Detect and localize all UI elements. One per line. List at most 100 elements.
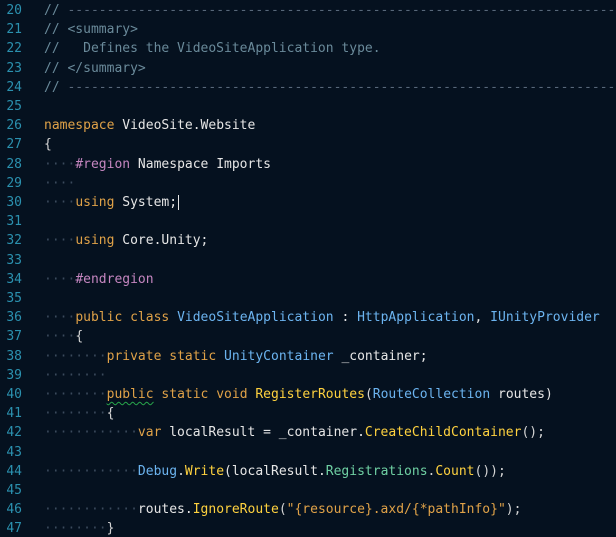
code-token: Write — [184, 463, 225, 479]
line-number: 38 — [6, 348, 22, 364]
code-line[interactable]: ····{ — [44, 327, 83, 346]
code-line[interactable]: ············var localResult = _container… — [44, 423, 545, 442]
code-token: _container; — [333, 348, 428, 364]
code-token: var — [137, 425, 162, 441]
line-number: 24 — [6, 79, 22, 95]
code-token: void — [216, 387, 248, 402]
text-cursor — [178, 195, 180, 210]
whitespace-marker: ············ — [44, 502, 138, 518]
line-number: 44 — [6, 463, 22, 479]
line-number: 28 — [6, 156, 22, 172]
code-token: IUnityProvider — [490, 310, 600, 326]
line-number: 32 — [6, 233, 22, 249]
line-number: 45 — [6, 483, 22, 498]
code-line[interactable]: // Defines the VideoSiteApplication type… — [44, 39, 381, 58]
code-token: #endregion — [75, 271, 154, 287]
whitespace-marker: ········ — [44, 387, 107, 402]
line-number: 22 — [6, 41, 22, 57]
code-line[interactable]: ····#region Namespace Imports — [44, 155, 271, 174]
code-token: , — [474, 310, 491, 326]
code-token: HttpApplication — [357, 310, 475, 326]
code-editor[interactable]: 20 21 22 23 24 25 26 27 28 29 30 31 32 33 34 35 36 37 38 39… — [0, 0, 616, 537]
line-number: 47 — [6, 521, 22, 537]
code-token: private — [106, 348, 162, 364]
code-line[interactable]: ········ — [44, 366, 107, 385]
line-number: 33 — [6, 252, 22, 268]
code-line[interactable]: ····#endregion — [44, 270, 154, 289]
code-token: RouteCollection — [372, 387, 491, 402]
code-token: { — [44, 137, 52, 153]
line-number: 40 — [6, 387, 22, 402]
code-line[interactable]: // </summary> — [44, 59, 146, 78]
code-line[interactable]: ···· — [44, 174, 75, 193]
code-line[interactable]: { — [44, 135, 52, 154]
code-line[interactable]: ············Debug.Write(localResult.Regi… — [44, 462, 506, 481]
whitespace-marker: ···· — [44, 310, 76, 326]
code-token: Debug — [137, 463, 178, 479]
code-line[interactable]: ········{ — [44, 404, 114, 423]
code-token: routes) — [490, 387, 553, 402]
line-number: 46 — [6, 502, 22, 518]
code-line[interactable]: ········private static UnityContainer _c… — [44, 347, 428, 366]
code-area[interactable]: // -------------------------------------… — [44, 0, 616, 537]
code-line[interactable]: namespace VideoSite.Website — [44, 116, 255, 135]
line-number: 26 — [6, 118, 22, 134]
code-token: UnityContainer — [224, 348, 334, 364]
code-token: CreateChildContainer — [364, 425, 522, 441]
line-number: 35 — [6, 291, 22, 306]
code-line[interactable]: ········} — [44, 519, 114, 537]
whitespace-marker: ···· — [44, 156, 76, 172]
code-line[interactable]: // -------------------------------------… — [44, 1, 616, 20]
code-token: localResult = _container. — [161, 425, 365, 441]
line-number: 34 — [6, 271, 22, 287]
code-token: public — [75, 310, 123, 326]
code-token: ( — [278, 502, 287, 518]
code-token: ----------------------------------------… — [67, 79, 616, 95]
code-line[interactable]: ····using System; — [44, 193, 180, 212]
code-line[interactable]: ········public static void RegisterRoute… — [44, 385, 553, 404]
code-token: Namespace Imports — [130, 156, 271, 172]
code-token: routes. — [137, 502, 193, 518]
code-token: #region — [75, 156, 131, 172]
line-number: 20 — [6, 3, 22, 18]
code-token: { — [75, 329, 84, 345]
code-token: // <summary> — [44, 22, 138, 38]
line-number: 21 — [6, 22, 22, 38]
code-token: Registrations — [325, 463, 428, 479]
code-token: // — [44, 3, 60, 18]
line-number: 36 — [6, 310, 22, 326]
code-token: using — [75, 195, 115, 210]
code-token: (); — [521, 425, 545, 441]
code-token: public — [106, 387, 154, 402]
whitespace-marker: ···· — [44, 175, 76, 191]
code-line[interactable]: ····public class VideoSiteApplication : … — [44, 308, 600, 327]
whitespace-marker: ········ — [44, 521, 107, 537]
line-number: 37 — [6, 329, 22, 345]
code-token: (localResult. — [224, 463, 326, 479]
code-line[interactable]: // -------------------------------------… — [44, 78, 616, 97]
code-line[interactable]: // <summary> — [44, 20, 138, 39]
code-token: // Defines the VideoSiteApplication type… — [44, 41, 381, 57]
code-token: using — [75, 233, 115, 249]
code-token: namespace — [44, 118, 115, 134]
whitespace-marker: ············ — [44, 425, 138, 441]
code-token: ----------------------------------------… — [67, 3, 616, 18]
code-token: class — [130, 310, 170, 326]
line-number: 25 — [6, 99, 22, 114]
code-token: // </summary> — [44, 60, 146, 76]
code-token: IgnoreRoute — [192, 502, 279, 518]
code-line[interactable]: ····using Core.Unity; — [44, 231, 208, 250]
code-token: { — [106, 406, 115, 422]
whitespace-marker: ············ — [44, 463, 138, 479]
whitespace-marker: ········ — [44, 367, 107, 383]
code-token: VideoSite.Website — [122, 118, 256, 134]
code-token: } — [106, 521, 115, 537]
line-number: 43 — [6, 444, 22, 460]
code-token: ()); — [474, 463, 506, 479]
line-number-gutter[interactable]: 20 21 22 23 24 25 26 27 28 29 30 31 32 33 34 35 36 37 38 39… — [0, 0, 32, 537]
code-token: // — [44, 79, 60, 95]
code-token: ); — [505, 502, 522, 518]
code-line[interactable]: ············routes.IgnoreRoute("{resourc… — [44, 500, 521, 519]
